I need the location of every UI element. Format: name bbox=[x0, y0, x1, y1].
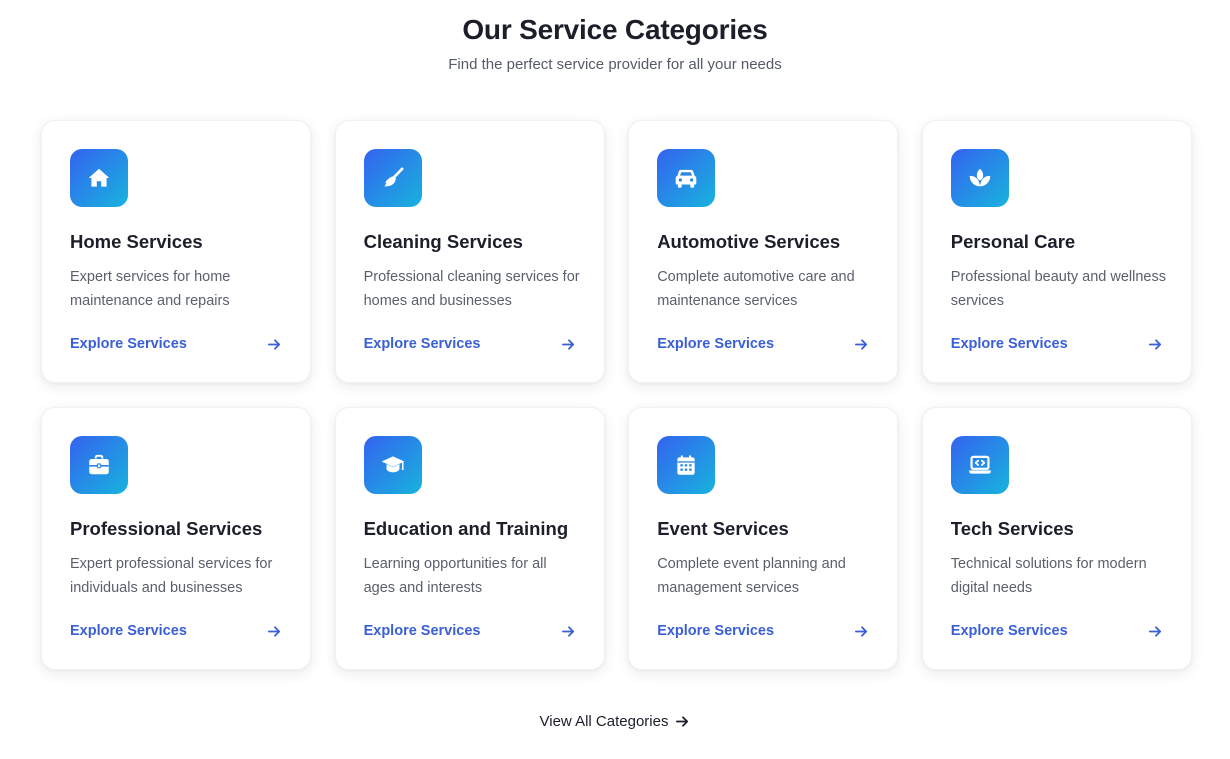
explore-services-label: Explore Services bbox=[70, 623, 187, 639]
explore-services-label: Explore Services bbox=[363, 623, 481, 639]
car-icon bbox=[675, 169, 697, 188]
card-title: Event Services bbox=[657, 518, 789, 539]
explore-services-label: Explore Services bbox=[950, 336, 1068, 352]
arrow-right-icon bbox=[561, 624, 576, 639]
category-icon-box bbox=[70, 149, 128, 207]
category-card-education-and-training[interactable]: Education and Training Learning opportun… bbox=[334, 407, 605, 670]
category-card-event-services[interactable]: Event Services Complete event planning a… bbox=[628, 407, 899, 670]
card-title: Education and Training bbox=[363, 518, 569, 539]
explore-services-link[interactable]: Explore Services bbox=[951, 620, 1163, 642]
page-title: Our Service Categories bbox=[462, 14, 768, 45]
calendar-icon bbox=[677, 455, 695, 475]
broom-icon bbox=[384, 167, 404, 187]
category-icon-box bbox=[363, 149, 422, 207]
explore-services-link[interactable]: Explore Services bbox=[364, 333, 576, 355]
category-icon-box bbox=[950, 436, 1009, 494]
explore-services-link[interactable]: Explore Services bbox=[657, 333, 869, 355]
category-card-automotive-services[interactable]: Automotive Services Complete automotive … bbox=[628, 120, 899, 383]
category-card-personal-care[interactable]: Personal Care Professional beauty and we… bbox=[921, 120, 1192, 383]
card-title: Professional Services bbox=[70, 518, 263, 539]
explore-services-link[interactable]: Explore Services bbox=[657, 620, 869, 642]
card-description: Complete automotive care and maintenance… bbox=[657, 269, 855, 309]
card-description: Professional cleaning services for homes… bbox=[363, 269, 580, 309]
arrow-right-icon bbox=[854, 337, 869, 352]
explore-services-link[interactable]: Explore Services bbox=[951, 333, 1163, 355]
card-title: Cleaning Services bbox=[363, 231, 523, 252]
card-description: Expert services for home maintenance and… bbox=[70, 269, 231, 309]
card-title: Personal Care bbox=[950, 231, 1076, 252]
category-card-home-services[interactable]: Home Services Expert services for home m… bbox=[41, 120, 311, 383]
explore-services-label: Explore Services bbox=[363, 336, 481, 352]
spa-icon bbox=[969, 168, 991, 187]
category-icon-box bbox=[70, 436, 128, 494]
category-icon-box bbox=[657, 436, 716, 494]
explore-services-link[interactable]: Explore Services bbox=[70, 333, 282, 355]
page-subtitle: Find the perfect service provider for al… bbox=[448, 56, 782, 73]
card-description: Expert professional services for individ… bbox=[70, 556, 273, 596]
explore-services-link[interactable]: Explore Services bbox=[364, 620, 576, 642]
category-card-professional-services[interactable]: Professional Services Expert professiona… bbox=[41, 407, 311, 670]
arrow-right-icon bbox=[267, 337, 282, 352]
category-icon-box bbox=[363, 436, 422, 494]
card-title: Home Services bbox=[70, 231, 203, 252]
arrow-right-icon bbox=[854, 624, 869, 639]
arrow-right-icon bbox=[561, 337, 576, 352]
card-title: Tech Services bbox=[950, 518, 1074, 539]
home-icon bbox=[88, 168, 110, 187]
category-icon-box bbox=[950, 149, 1009, 207]
laptop-code-icon bbox=[968, 455, 991, 474]
view-all-container: View All Categories bbox=[0, 713, 1230, 730]
explore-services-label: Explore Services bbox=[70, 336, 187, 352]
card-description: Complete event planning and management s… bbox=[657, 556, 846, 596]
card-title: Automotive Services bbox=[657, 231, 841, 252]
explore-services-label: Explore Services bbox=[950, 623, 1068, 639]
view-all-categories-link[interactable]: View All Categories bbox=[540, 713, 691, 730]
category-card-tech-services[interactable]: Tech Services Technical solutions for mo… bbox=[921, 407, 1192, 670]
graduation-cap-icon bbox=[381, 456, 404, 473]
card-description: Technical solutions for modern digital n… bbox=[950, 556, 1147, 596]
arrow-right-icon bbox=[675, 714, 690, 729]
briefcase-icon bbox=[89, 454, 109, 475]
explore-services-label: Explore Services bbox=[657, 623, 775, 639]
view-all-categories-label: View All Categories bbox=[539, 713, 669, 730]
card-description: Learning opportunities for all ages and … bbox=[363, 556, 547, 596]
arrow-right-icon bbox=[267, 624, 282, 639]
arrow-right-icon bbox=[1148, 337, 1163, 352]
arrow-right-icon bbox=[1148, 624, 1163, 639]
category-icon-box bbox=[657, 149, 716, 207]
category-grid: Home Services Expert services for home m… bbox=[41, 120, 1192, 670]
card-description: Professional beauty and wellness service… bbox=[950, 269, 1166, 309]
explore-services-label: Explore Services bbox=[657, 336, 775, 352]
category-card-cleaning-services[interactable]: Cleaning Services Professional cleaning … bbox=[334, 120, 605, 383]
explore-services-link[interactable]: Explore Services bbox=[70, 620, 282, 642]
